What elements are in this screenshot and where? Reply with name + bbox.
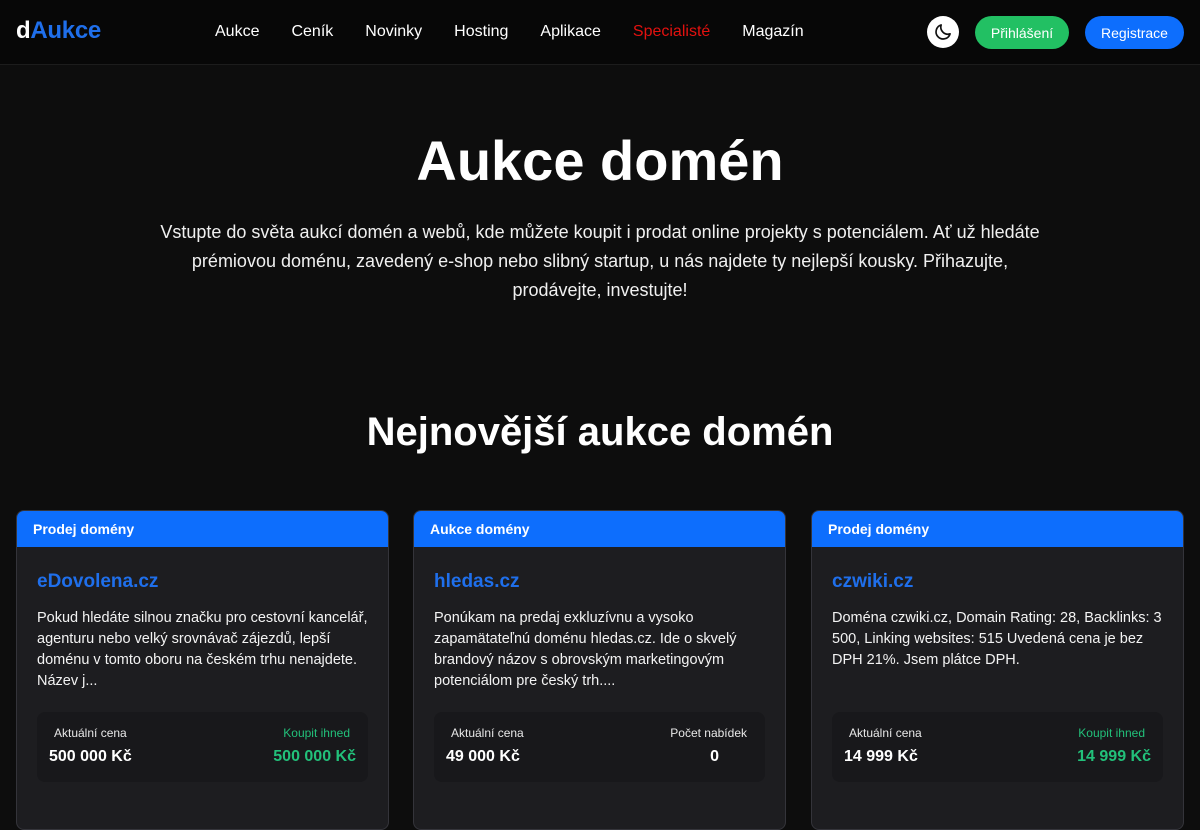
price-box: Aktuální cena 49 000 Kč Počet nabídek 0 — [434, 712, 765, 782]
nav-item-novinky[interactable]: Novinky — [349, 21, 438, 43]
current-price-value: 500 000 Kč — [49, 748, 132, 765]
nav-item-cenik[interactable]: Ceník — [275, 21, 349, 43]
card-category-badge: Aukce domény — [414, 511, 785, 547]
hero-description: Vstupte do světa aukcí domén a webů, kde… — [160, 222, 1040, 300]
site-logo[interactable]: dAukce — [16, 17, 101, 45]
card-body: czwiki.cz Doména czwiki.cz, Domain Ratin… — [812, 547, 1183, 782]
card-category-badge: Prodej domény — [17, 511, 388, 547]
nav-item-aplikace[interactable]: Aplikace — [524, 21, 616, 43]
nav-item-specialiste[interactable]: Specialisté — [617, 21, 726, 43]
buy-now-price: 14 999 Kč — [1077, 748, 1151, 765]
main-nav: Aukce Ceník Novinky Hosting Aplikace Spe… — [199, 21, 820, 43]
current-price-label: Aktuální cena — [849, 726, 922, 740]
logo-part-d: d — [16, 17, 31, 44]
price-box: Aktuální cena 500 000 Kč Koupit ihned 50… — [37, 712, 368, 782]
card-category-badge: Prodej domény — [812, 511, 1183, 547]
auction-card[interactable]: Aukce domény hledas.cz Ponúkam na predaj… — [413, 510, 786, 830]
card-description: Pokud hledáte silnou značku pro cestovní… — [37, 610, 368, 689]
card-domain-link[interactable]: eDovolena.cz — [37, 568, 368, 596]
logo-part-aukce: Aukce — [30, 17, 101, 44]
card-body: eDovolena.cz Pokud hledáte silnou značku… — [17, 547, 388, 782]
buy-now-label: Koupit ihned — [283, 726, 350, 740]
price-box: Aktuální cena 14 999 Kč Koupit ihned 14 … — [832, 712, 1163, 782]
nav-item-hosting[interactable]: Hosting — [438, 21, 524, 43]
current-price-value: 14 999 Kč — [844, 748, 918, 765]
login-button[interactable]: Přihlášení — [975, 16, 1069, 49]
card-description: Ponúkam na predaj exkluzívnu a vysoko za… — [434, 610, 737, 689]
hero-title: Aukce domén — [416, 129, 784, 192]
moon-icon — [935, 24, 951, 40]
theme-toggle-button[interactable] — [927, 16, 959, 48]
current-price-label: Aktuální cena — [451, 726, 524, 740]
auction-card[interactable]: Prodej domény czwiki.cz Doména czwiki.cz… — [811, 510, 1184, 830]
card-domain-link[interactable]: czwiki.cz — [832, 568, 1163, 596]
auction-card[interactable]: Prodej domény eDovolena.cz Pokud hledáte… — [16, 510, 389, 830]
card-description: Doména czwiki.cz, Domain Rating: 28, Bac… — [832, 610, 1162, 668]
nav-item-magazin[interactable]: Magazín — [726, 21, 819, 43]
bid-count-value: 0 — [710, 748, 719, 765]
register-button[interactable]: Registrace — [1085, 16, 1184, 49]
buy-now-label: Koupit ihned — [1078, 726, 1145, 740]
current-price-value: 49 000 Kč — [446, 748, 520, 765]
card-domain-link[interactable]: hledas.cz — [434, 568, 765, 596]
nav-item-aukce[interactable]: Aukce — [199, 21, 275, 43]
bid-count-label: Počet nabídek — [670, 726, 747, 740]
top-navbar: dAukce Aukce Ceník Novinky Hosting Aplik… — [0, 0, 1200, 65]
current-price-label: Aktuální cena — [54, 726, 127, 740]
section-title: Nejnovější aukce domén — [366, 410, 834, 454]
buy-now-price: 500 000 Kč — [273, 748, 356, 765]
card-body: hledas.cz Ponúkam na predaj exkluzívnu a… — [414, 547, 785, 782]
